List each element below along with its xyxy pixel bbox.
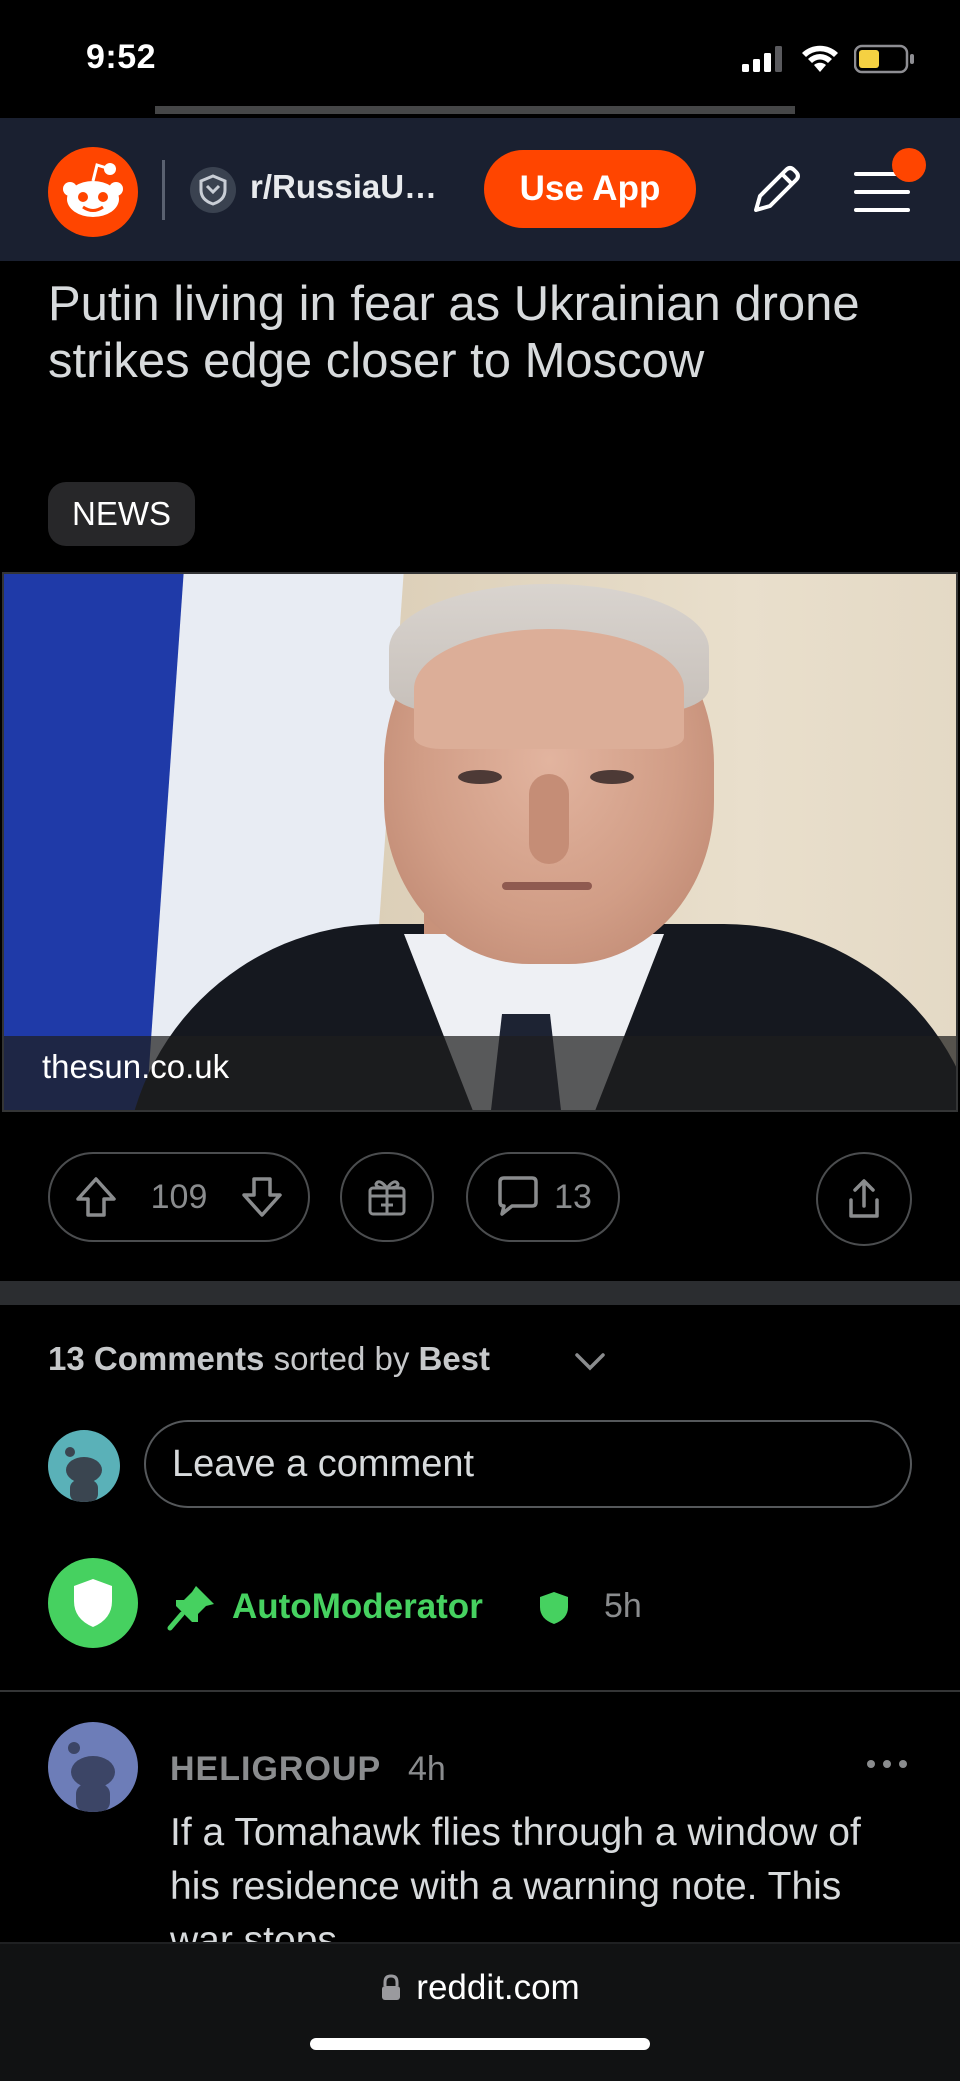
gift-award-icon bbox=[368, 1180, 406, 1216]
comment-bubble-icon bbox=[498, 1176, 538, 1216]
pinned-icon bbox=[167, 1586, 214, 1631]
share-icon bbox=[849, 1179, 879, 1218]
commenter-avatar[interactable] bbox=[48, 1722, 138, 1812]
app-header bbox=[0, 118, 960, 261]
address-bar[interactable]: reddit.com bbox=[0, 1968, 960, 2008]
user-avatar[interactable] bbox=[48, 1430, 120, 1502]
automoderator-avatar[interactable] bbox=[48, 1558, 138, 1648]
comment-author[interactable]: HELIGROUP bbox=[170, 1750, 381, 1789]
vote-score: 109 bbox=[150, 1177, 208, 1216]
shield-icon bbox=[74, 1579, 112, 1627]
subreddit-name[interactable]: r/RussiaU… bbox=[250, 168, 437, 206]
notification-dot bbox=[892, 148, 926, 182]
header-divider bbox=[162, 160, 165, 220]
battery-icon bbox=[854, 44, 914, 74]
comments-sort-header[interactable]: 13 Comments sorted by Best bbox=[48, 1340, 490, 1378]
scrolled-content-peek bbox=[0, 92, 960, 118]
vote-control: 109 bbox=[48, 1152, 310, 1242]
url-text: reddit.com bbox=[416, 1968, 580, 2007]
status-icons bbox=[742, 44, 916, 74]
post-flair[interactable]: NEWS bbox=[48, 482, 195, 546]
post-title[interactable]: Putin living in fear as Ukrainian drone … bbox=[48, 276, 908, 390]
home-indicator[interactable] bbox=[310, 2038, 650, 2050]
moderator-shield-icon bbox=[540, 1592, 568, 1624]
section-separator bbox=[0, 1281, 960, 1305]
comments-count-label: 13 Comments bbox=[48, 1340, 265, 1377]
more-options-icon[interactable] bbox=[864, 1752, 910, 1776]
wifi-icon bbox=[802, 45, 838, 72]
reddit-logo-icon[interactable] bbox=[48, 147, 138, 237]
downvote-icon[interactable] bbox=[238, 1173, 286, 1221]
chevron-down-icon[interactable] bbox=[574, 1352, 606, 1372]
comment-time: 5h bbox=[604, 1587, 642, 1625]
comments-button[interactable]: 13 bbox=[466, 1152, 620, 1242]
browser-toolbar bbox=[0, 1942, 960, 2081]
lock-icon bbox=[382, 1974, 401, 2000]
comment-author[interactable]: AutoModerator bbox=[232, 1587, 483, 1627]
share-button[interactable] bbox=[816, 1152, 912, 1246]
post-link-thumbnail[interactable]: thesun.co.uk bbox=[2, 572, 958, 1112]
create-post-pencil-icon[interactable] bbox=[744, 160, 806, 222]
cellular-signal-icon bbox=[742, 46, 782, 72]
comment-divider bbox=[0, 1690, 960, 1692]
comment-time: 4h bbox=[408, 1750, 446, 1788]
award-button[interactable] bbox=[340, 1152, 434, 1242]
link-domain[interactable]: thesun.co.uk bbox=[42, 1048, 229, 1086]
sorted-by-label: sorted by bbox=[273, 1340, 410, 1377]
sort-value: Best bbox=[418, 1340, 491, 1377]
comment-count: 13 bbox=[554, 1177, 592, 1216]
use-app-button[interactable]: Use App bbox=[484, 150, 696, 228]
comment-input[interactable] bbox=[144, 1420, 912, 1508]
upvote-icon[interactable] bbox=[72, 1173, 120, 1221]
status-time: 9:52 bbox=[86, 38, 157, 76]
subreddit-shield-icon bbox=[190, 167, 236, 213]
